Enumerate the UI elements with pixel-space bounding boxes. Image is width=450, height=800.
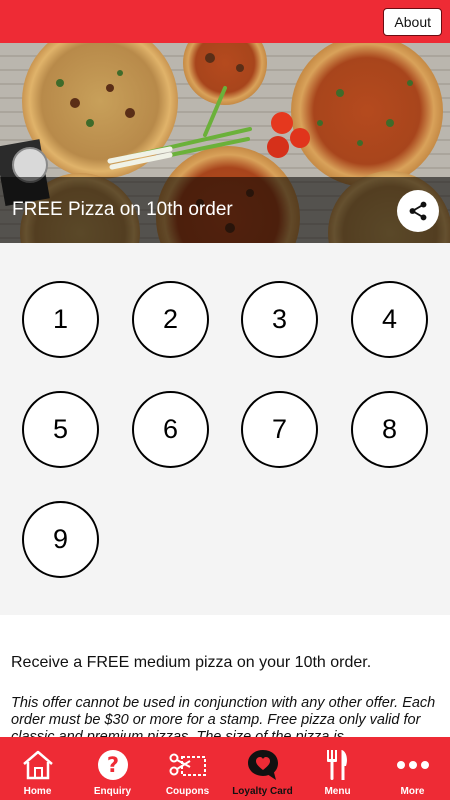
- nav-coupons[interactable]: Coupons: [150, 737, 225, 800]
- more-dots-icon: [391, 746, 435, 784]
- hero-banner: FREE Pizza on 10th order: [0, 43, 450, 243]
- nav-loyalty-card-label: Loyalty Card: [232, 786, 293, 797]
- question-icon: ?: [91, 746, 135, 784]
- stamp-grid: 1 2 3 4 5 6 7 8 9: [0, 243, 450, 615]
- stamp-6[interactable]: 6: [132, 391, 209, 468]
- home-icon: [16, 746, 60, 784]
- nav-loyalty-card[interactable]: Loyalty Card: [225, 737, 300, 800]
- nav-menu-label: Menu: [324, 786, 351, 797]
- nav-more-label: More: [400, 786, 425, 797]
- nav-menu[interactable]: Menu: [300, 737, 375, 800]
- share-icon: [409, 201, 427, 221]
- hero-title: FREE Pizza on 10th order: [12, 199, 233, 220]
- about-button[interactable]: About: [383, 8, 442, 36]
- nav-enquiry-label: Enquiry: [93, 786, 132, 797]
- share-button[interactable]: [397, 190, 439, 232]
- offer-terms: This offer cannot be used in conjunction…: [11, 695, 436, 737]
- fork-knife-icon: [316, 746, 360, 784]
- svg-text:?: ?: [106, 753, 118, 777]
- stamp-3[interactable]: 3: [241, 281, 318, 358]
- scissors-coupon-icon: [166, 746, 210, 784]
- stamp-2[interactable]: 2: [132, 281, 209, 358]
- nav-more[interactable]: More: [375, 737, 450, 800]
- top-bar: About: [0, 0, 450, 43]
- bottom-nav: Home ? Enquiry Coupons Loyalty Card Menu…: [0, 737, 450, 800]
- stamp-5[interactable]: 5: [22, 391, 99, 468]
- heart-chat-icon: [241, 746, 285, 784]
- hero-caption: FREE Pizza on 10th order: [0, 177, 450, 243]
- stamp-7[interactable]: 7: [241, 391, 318, 468]
- nav-coupons-label: Coupons: [165, 786, 210, 797]
- stamp-8[interactable]: 8: [351, 391, 428, 468]
- stamp-9[interactable]: 9: [22, 501, 99, 578]
- offer-summary: Receive a FREE medium pizza on your 10th…: [11, 654, 372, 671]
- nav-home[interactable]: Home: [0, 737, 75, 800]
- stamp-1[interactable]: 1: [22, 281, 99, 358]
- nav-enquiry[interactable]: ? Enquiry: [75, 737, 150, 800]
- stamp-4[interactable]: 4: [351, 281, 428, 358]
- nav-home-label: Home: [23, 786, 52, 797]
- offer-description: Receive a FREE medium pizza on your 10th…: [0, 615, 450, 737]
